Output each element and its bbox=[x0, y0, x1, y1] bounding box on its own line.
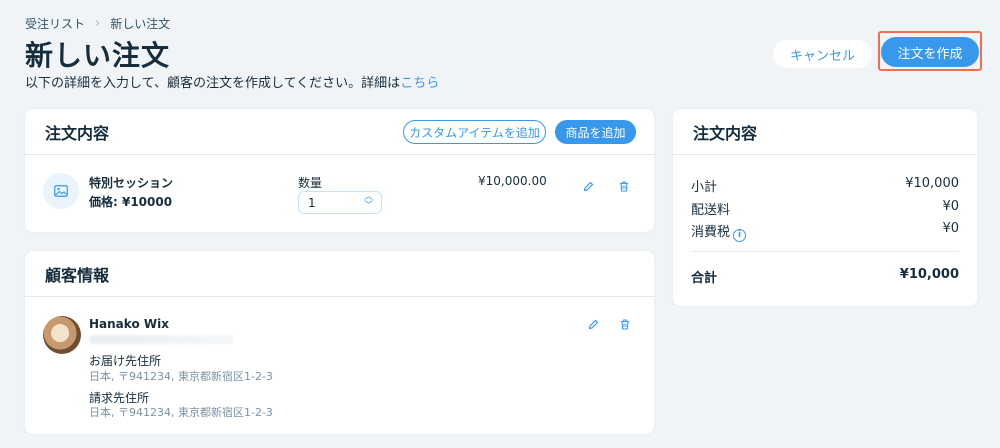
pencil-icon[interactable] bbox=[583, 181, 594, 192]
cancel-button[interactable]: キャンセル bbox=[773, 40, 872, 68]
subtotal-row: 小計 ¥10,000 bbox=[691, 176, 959, 195]
quantity-stepper[interactable]: 1 ︿ ﹀ bbox=[298, 191, 382, 214]
quantity-label: 数量 bbox=[298, 176, 323, 190]
edit-item-button[interactable] bbox=[581, 179, 595, 193]
billing-address: 日本, 〒941234, 東京都新宿区1-2-3 bbox=[89, 406, 273, 419]
summary-divider bbox=[691, 251, 959, 252]
delete-item-button[interactable] bbox=[617, 179, 631, 193]
create-order-button[interactable]: 注文を作成 bbox=[881, 37, 979, 67]
customer-email-redacted bbox=[89, 335, 234, 344]
product-name: 特別セッション bbox=[89, 176, 174, 190]
tax-value: ¥0 bbox=[942, 221, 959, 236]
add-product-button[interactable]: 商品を追加 bbox=[555, 120, 636, 144]
product-price: 価格: ¥10000 bbox=[89, 195, 173, 209]
stepper-arrows[interactable]: ︿ ﹀ bbox=[364, 193, 373, 211]
shipping-row: 配送料 ¥0 bbox=[691, 199, 959, 218]
breadcrumb-current: 新しい注文 bbox=[110, 17, 171, 31]
order-summary-title: 注文内容 bbox=[693, 123, 758, 143]
customer-info-title: 顧客情報 bbox=[45, 265, 110, 285]
pencil-icon[interactable] bbox=[588, 319, 599, 330]
subtotal-value: ¥10,000 bbox=[905, 176, 959, 191]
tax-label-group: 消費税 i bbox=[691, 221, 747, 242]
avatar bbox=[43, 316, 81, 354]
quantity-value: 1 bbox=[308, 195, 316, 210]
total-value: ¥10,000 bbox=[899, 267, 959, 282]
line-item-total: ¥10,000.00 bbox=[478, 174, 547, 188]
add-custom-item-button[interactable]: カスタムアイテムを追加 bbox=[403, 120, 546, 144]
chevron-right-icon: › bbox=[95, 16, 101, 31]
info-icon[interactable]: i bbox=[733, 228, 747, 242]
total-label: 合計 bbox=[691, 271, 718, 286]
order-summary-header: 注文内容 bbox=[673, 109, 977, 155]
image-icon bbox=[54, 185, 68, 197]
product-thumbnail bbox=[43, 173, 79, 209]
page-subtitle: 以下の詳細を入力して、顧客の注文を作成してください。詳細はこちら bbox=[25, 72, 439, 91]
shipping-value: ¥0 bbox=[942, 199, 959, 214]
customer-name: Hanako Wix bbox=[89, 317, 169, 331]
trash-icon[interactable] bbox=[619, 180, 629, 192]
tax-row: 消費税 i ¥0 bbox=[691, 221, 959, 242]
delete-customer-button[interactable] bbox=[618, 317, 632, 331]
total-row: 合計 ¥10,000 bbox=[691, 267, 959, 286]
shipping-address-title: お届け先住所 bbox=[89, 354, 162, 368]
order-items-card: 注文内容 カスタムアイテムを追加 商品を追加 特別セッション 価格: ¥1000… bbox=[25, 109, 654, 232]
tax-label: 消費税 bbox=[691, 225, 731, 240]
shipping-label: 配送料 bbox=[691, 203, 731, 218]
customer-info-card: 顧客情報 Hanako Wix お届け先住所 日本, 〒941234, 東京都新… bbox=[25, 251, 654, 434]
page-title: 新しい注文 bbox=[25, 39, 171, 72]
learn-more-link[interactable]: こちら bbox=[400, 76, 439, 91]
chevron-down-icon[interactable]: ﹀ bbox=[364, 202, 373, 211]
edit-customer-button[interactable] bbox=[586, 317, 600, 331]
customer-info-header: 顧客情報 bbox=[25, 251, 654, 297]
order-summary-card: 注文内容 小計 ¥10,000 配送料 ¥0 消費税 i ¥0 合計 ¥10,00… bbox=[673, 109, 977, 306]
shipping-address: 日本, 〒941234, 東京都新宿区1-2-3 bbox=[89, 370, 273, 383]
order-items-title: 注文内容 bbox=[45, 123, 110, 143]
breadcrumb-orders-link[interactable]: 受注リスト bbox=[25, 15, 85, 32]
subtitle-text: 以下の詳細を入力して、顧客の注文を作成してください。詳細は bbox=[25, 76, 401, 91]
subtotal-label: 小計 bbox=[691, 180, 718, 195]
trash-icon[interactable] bbox=[620, 318, 630, 330]
breadcrumb: 受注リスト › 新しい注文 bbox=[25, 15, 170, 32]
